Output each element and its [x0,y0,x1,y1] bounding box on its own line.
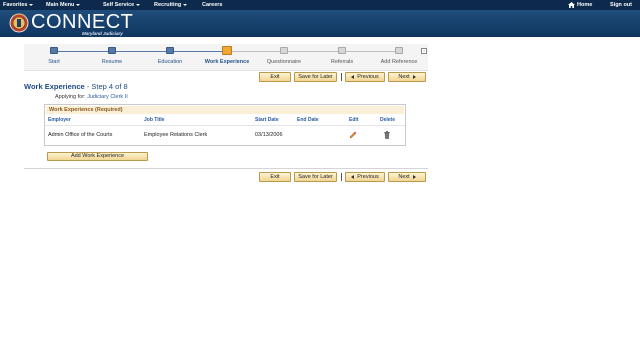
logo-subtitle: Maryland Judiciary [82,31,123,36]
menu-self-service-label: Self Service [103,2,135,8]
step-label-questionnaire[interactable]: Questionnaire [251,59,317,65]
nav-separator [341,73,342,81]
progress-track-todo [227,51,399,52]
chevron-right-icon[interactable]: › [421,48,427,54]
sign-out-link[interactable]: Sign out [610,0,632,10]
edit-pencil-icon[interactable] [349,131,357,139]
cell-employer: Admin Office of the Courts [48,132,113,138]
menu-favorites[interactable]: Favorites [3,0,34,10]
step-label-resume[interactable]: Resume [79,59,145,65]
grid-header-divider [45,125,405,126]
menu-self-service[interactable]: Self Service [103,0,141,10]
next-label: Next [398,74,410,80]
exit-button-bottom[interactable]: Exit [259,172,291,182]
step-node-referrals[interactable] [338,47,346,54]
step-node-add-reference[interactable] [395,47,403,54]
menu-careers-label: Careers [202,2,223,8]
next-label: Next [398,174,410,180]
applying-for-label: Applying for: [55,94,86,100]
menu-main-menu-label: Main Menu [46,2,75,8]
logo-title: CONNECT [31,11,134,33]
caret-down-icon [29,3,34,6]
menu-main-menu[interactable]: Main Menu [46,0,81,10]
page-title: Work Experience - Step 4 of 8 [24,82,128,91]
top-menu-bar [0,0,640,10]
arrow-right-icon [412,174,416,179]
caret-down-icon [183,3,188,6]
col-employer: Employer [48,117,71,123]
col-job-title: Job Title [144,117,165,123]
save-for-later-button-top[interactable]: Save for Later [294,72,337,82]
next-button-bottom[interactable]: Next [388,172,426,182]
step-node-education[interactable] [166,47,174,54]
step-indicator: - Step 4 of 8 [86,82,128,91]
step-node-questionnaire[interactable] [280,47,288,54]
grid-title: Work Experience (Required) [46,106,404,114]
col-end-date: End Date [297,117,319,123]
previous-button-bottom[interactable]: Previous [345,172,385,182]
step-node-start[interactable] [50,47,58,54]
page-title-text: Work Experience [24,82,85,91]
menu-recruiting[interactable]: Recruiting [154,0,188,10]
step-label-start[interactable]: Start [21,59,87,65]
step-label-add-reference[interactable]: Add Reference [366,59,432,65]
col-start-date: Start Date [255,117,279,123]
previous-button-top[interactable]: Previous [345,72,385,82]
step-node-work-experience[interactable] [222,46,232,55]
menu-favorites-label: Favorites [3,2,28,8]
add-work-experience-button[interactable]: Add Work Experience [47,152,148,161]
section-divider [24,168,428,169]
arrow-left-icon [351,174,355,179]
save-for-later-button-bottom[interactable]: Save for Later [294,172,337,182]
menu-careers[interactable]: Careers [202,0,223,10]
cell-job-title: Employee Relations Clerk [144,132,208,138]
home-icon[interactable] [568,2,575,8]
step-node-resume[interactable] [108,47,116,54]
cell-start-date: 03/13/2006 [255,132,283,138]
caret-down-icon [136,3,141,6]
home-link[interactable]: Home [577,0,592,10]
applying-for: Applying for: Judiciary Clerk II [55,94,128,100]
previous-label: Previous [357,74,379,80]
caret-down-icon [76,3,81,6]
nav-separator [341,173,342,181]
applying-job-link[interactable]: Judiciary Clerk II [87,94,128,100]
seal-icon [9,13,29,33]
col-delete: Delete [380,117,396,123]
trash-icon[interactable] [384,131,390,139]
arrow-right-icon [412,74,416,79]
arrow-left-icon [351,74,355,79]
next-button-top[interactable]: Next [388,72,426,82]
previous-label: Previous [357,174,379,180]
exit-button-top[interactable]: Exit [259,72,291,82]
progress-track-done [54,51,227,52]
col-edit: Edit [349,117,359,123]
menu-recruiting-label: Recruiting [154,2,182,8]
